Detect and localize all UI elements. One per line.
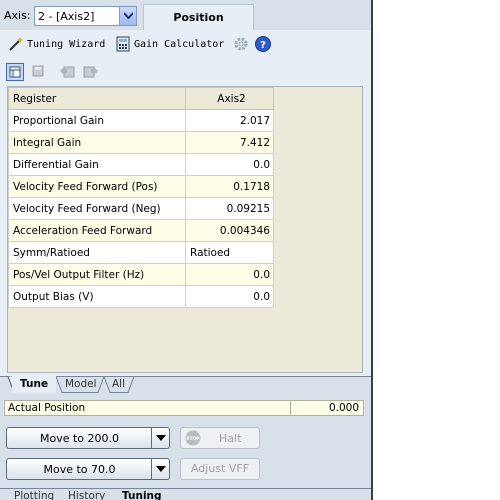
register-value[interactable]: 0.09215	[185, 197, 274, 220]
tab-tuning[interactable]: Tuning	[122, 490, 162, 500]
register-value[interactable]: 0.0	[185, 153, 274, 176]
tab-model[interactable]: Model	[57, 376, 105, 393]
grid-view-button[interactable]	[6, 63, 24, 81]
halt-button[interactable]: STOP Halt	[180, 427, 260, 449]
stop-badge-text: STOP	[186, 436, 200, 442]
axis-select-value: 2 - [Axis2]	[38, 10, 95, 23]
save-icon	[32, 65, 44, 77]
grid-toolbar	[4, 61, 364, 83]
help-icon[interactable]: ?	[255, 36, 271, 52]
axis-select[interactable]: 2 - [Axis2]	[34, 6, 137, 26]
wand-icon	[9, 37, 23, 51]
table-row: Output Bias (V) 0.0	[8, 285, 274, 308]
move-to-70-button[interactable]: Move to 70.0	[6, 458, 170, 480]
axis-row: Axis: 2 - [Axis2] Position	[0, 0, 371, 30]
upload-icon	[60, 66, 75, 78]
tuning-panel: Axis: 2 - [Axis2] Position Tuning Wizard…	[0, 0, 373, 500]
register-table: Register Axis2 Proportional Gain 2.017 In…	[8, 87, 274, 308]
tab-all[interactable]: All	[104, 376, 133, 393]
register-value[interactable]: Ratioed	[185, 241, 274, 264]
tuning-wizard-label: Tuning Wizard	[27, 38, 106, 50]
table-row: Acceleration Feed Forward 0.004346	[8, 219, 274, 242]
table-row: Pos/Vel Output Filter (Hz) 0.0	[8, 263, 274, 286]
tab-plotting[interactable]: Plotting	[14, 490, 54, 500]
tab-position[interactable]: Position	[143, 4, 254, 30]
register-name: Symm/Ratioed	[8, 241, 186, 264]
register-value[interactable]: 0.0	[185, 285, 274, 308]
register-value[interactable]: 0.004346	[185, 219, 274, 242]
register-grid: Register Axis2 Proportional Gain 2.017 In…	[7, 86, 363, 373]
axis-label: Axis:	[4, 9, 31, 22]
actual-position-label: Actual Position	[8, 402, 86, 414]
register-name: Proportional Gain	[8, 109, 186, 132]
table-row: Velocity Feed Forward (Pos) 0.1718	[8, 175, 274, 198]
halt-label: Halt	[219, 432, 242, 445]
chevron-down-icon[interactable]	[151, 428, 169, 448]
calculator-icon	[116, 36, 130, 52]
actual-position-row: Actual Position 0.000	[4, 400, 364, 416]
table-row: Symm/Ratioed Ratioed	[8, 241, 274, 264]
tuning-wizard-button[interactable]: Tuning Wizard	[8, 35, 105, 53]
svg-text:?: ?	[260, 40, 266, 51]
column-header-axis[interactable]: Axis2	[185, 87, 274, 110]
bottom-tabs: Plotting History Tuning	[0, 488, 371, 500]
table-row: Velocity Feed Forward (Neg) 0.09215	[8, 197, 274, 220]
register-value[interactable]: 0.1718	[185, 175, 274, 198]
register-name: Acceleration Feed Forward	[8, 219, 186, 242]
tab-history[interactable]: History	[68, 490, 105, 500]
chevron-down-icon[interactable]	[119, 7, 136, 25]
view-tabs: Tune Model All	[0, 376, 371, 394]
table-row: Proportional Gain 2.017	[8, 109, 274, 132]
register-name: Velocity Feed Forward (Neg)	[8, 197, 186, 220]
download-button[interactable]	[82, 63, 100, 81]
register-name: Integral Gain	[8, 131, 186, 154]
toolbar: Tuning Wizard Gain Calculator ?	[0, 30, 371, 58]
register-name: Differential Gain	[8, 153, 186, 176]
chevron-down-icon[interactable]	[151, 459, 169, 479]
move-to-200-button[interactable]: Move to 200.0	[6, 427, 170, 449]
move-to-200-label: Move to 200.0	[39, 432, 120, 445]
content-frame: Register Axis2 Proportional Gain 2.017 In…	[0, 58, 371, 376]
gain-calculator-button[interactable]: Gain Calculator	[115, 35, 224, 53]
save-grid-button[interactable]	[30, 63, 48, 81]
grid-view-icon	[9, 66, 21, 78]
register-value[interactable]: 0.0	[185, 263, 274, 286]
move-to-70-label: Move to 70.0	[43, 463, 116, 476]
register-name: Velocity Feed Forward (Pos)	[8, 175, 186, 198]
divider	[290, 401, 291, 415]
actual-position-value: 0.000	[328, 402, 359, 414]
register-name: Pos/Vel Output Filter (Hz)	[8, 263, 186, 286]
table-row: Differential Gain 0.0	[8, 153, 274, 176]
stop-icon: STOP	[185, 430, 201, 446]
table-row: Integral Gain 7.412	[8, 131, 274, 154]
column-header-register[interactable]: Register	[8, 87, 186, 110]
gear-icon[interactable]	[233, 36, 249, 52]
register-value[interactable]: 2.017	[185, 109, 274, 132]
register-value[interactable]: 7.412	[185, 131, 274, 154]
adjust-vff-button[interactable]: Adjust VFF	[180, 458, 260, 480]
tab-tune[interactable]: Tune	[12, 376, 57, 393]
register-name: Output Bias (V)	[8, 285, 186, 308]
download-icon	[83, 66, 98, 78]
upload-button[interactable]	[58, 63, 76, 81]
gain-calculator-label: Gain Calculator	[134, 38, 225, 50]
